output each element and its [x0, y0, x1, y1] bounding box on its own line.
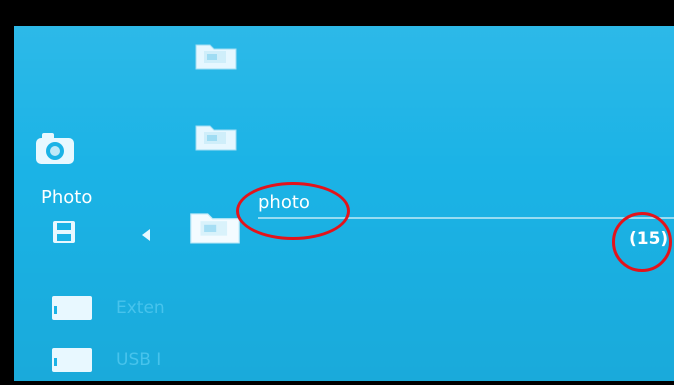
- storage-item-usb[interactable]: USB I: [116, 350, 161, 370]
- photo-frame-screen: Photo Exten USB I photo (15): [14, 26, 674, 381]
- folder-icon[interactable]: [192, 37, 240, 73]
- back-arrow-icon[interactable]: [141, 229, 151, 241]
- usb-drive-icon[interactable]: [52, 348, 92, 372]
- card-icon[interactable]: [52, 296, 92, 320]
- storage-item-external[interactable]: Exten: [116, 298, 165, 318]
- folder-icon[interactable]: [192, 118, 240, 154]
- camera-icon[interactable]: [34, 130, 76, 166]
- current-source-label: Photo: [41, 187, 93, 208]
- annotation-circle-folder-name: [236, 182, 350, 240]
- save-icon[interactable]: [52, 220, 76, 244]
- annotation-circle-count: [612, 212, 672, 272]
